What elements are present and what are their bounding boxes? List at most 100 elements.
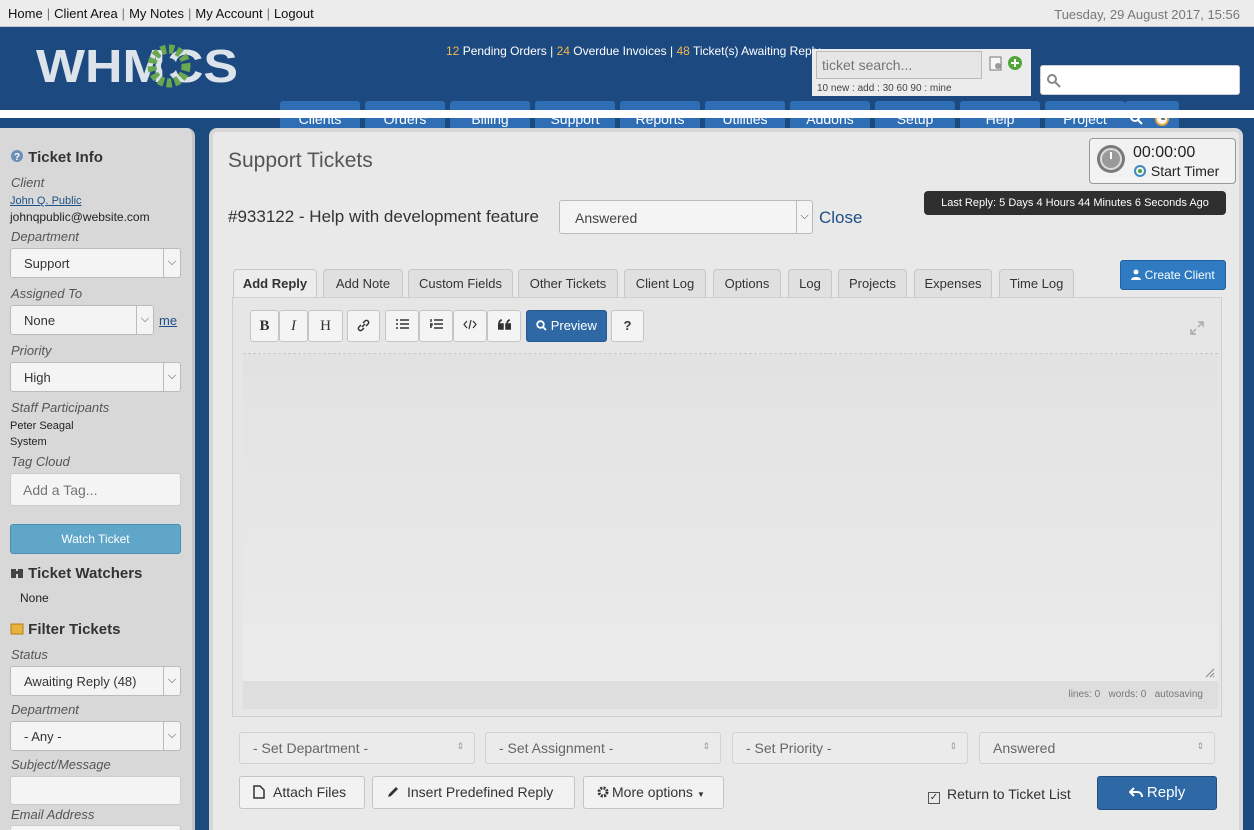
set-assignment-select[interactable]: - Set Assignment - ⇕ [485,732,721,764]
tab-custom-fields[interactable]: Custom Fields [408,269,513,297]
email-filter-input[interactable] [10,825,181,830]
tab-options[interactable]: Options [713,269,781,297]
set-assignment-value: - Set Assignment - [499,740,614,756]
department-value: Support [24,256,70,271]
close-ticket-link[interactable]: Close [819,208,862,228]
editor-status-bar: lines: 0 words: 0 autosaving [243,681,1218,709]
separator: | [187,6,192,21]
link-button[interactable] [347,310,380,342]
chevron-down-icon: ⌵ [163,363,180,391]
resize-handle-icon[interactable] [1205,668,1215,678]
assigned-to-value: None [24,313,56,328]
checkbox-checked-icon[interactable]: ✓ [928,792,940,804]
search-icon [536,320,547,331]
tab-projects[interactable]: Projects [838,269,907,297]
whmcs-logo[interactable]: WHMCS [36,40,240,92]
tab-client-log[interactable]: Client Log [624,269,706,297]
reply-textarea[interactable] [243,353,1218,681]
client-area-link[interactable]: Client Area [54,6,118,21]
quote-button[interactable] [487,310,521,342]
advanced-search-icon[interactable] [989,56,1002,71]
tab-other-tickets[interactable]: Other Tickets [518,269,618,297]
global-search-field[interactable] [1040,65,1240,95]
insert-predefined-reply-button[interactable]: Insert Predefined Reply [372,776,575,809]
tab-add-reply[interactable]: Add Reply [233,269,317,299]
preview-button[interactable]: Preview [526,310,607,342]
help-button[interactable]: ? [611,310,644,342]
numbered-list-icon [428,319,443,329]
create-client-button[interactable]: Create Client [1120,260,1226,290]
logout-link[interactable]: Logout [274,6,314,21]
heading-button[interactable]: H [308,310,343,342]
watch-ticket-button[interactable]: Watch Ticket [10,524,181,554]
client-label: Client [11,175,45,190]
tab-expenses[interactable]: Expenses [914,269,992,297]
reply-button[interactable]: Reply [1097,776,1217,810]
set-status-select[interactable]: Answered ⇕ [979,732,1215,764]
italic-button[interactable]: I [279,310,308,342]
return-to-list-label: Return to Ticket List [947,786,1071,802]
ticket-status-select[interactable]: Answered ⌵ [559,200,813,234]
file-icon [253,785,265,799]
bold-button[interactable]: B [250,310,279,342]
fullscreen-icon[interactable] [1190,321,1204,335]
gear-icon [597,786,609,798]
status-filter-select[interactable]: Awaiting Reply (48) ⌵ [10,666,181,696]
tickets-awaiting-count[interactable]: 48 [676,44,689,58]
quote-icon [496,319,512,330]
assign-to-me-link[interactable]: me [159,313,177,328]
attach-files-button[interactable]: Attach Files [239,776,365,809]
department-filter-select[interactable]: - Any - ⌵ [10,721,181,751]
overdue-invoices-label[interactable]: Overdue Invoices [573,44,666,58]
tickets-awaiting-label[interactable]: Ticket(s) Awaiting Reply [693,44,820,58]
department-filter-label: Department [11,702,79,717]
info-icon: ? [11,150,23,163]
numbered-list-button[interactable] [419,310,453,342]
filter-tickets-heading: Filter Tickets [10,621,120,638]
my-account-link[interactable]: My Account [195,6,262,21]
assigned-to-select[interactable]: None ⌵ [10,305,154,335]
add-ticket-icon[interactable] [1008,56,1022,70]
ticket-watchers-value: None [20,591,49,605]
bullet-list-button[interactable] [385,310,419,342]
client-name-link[interactable]: John Q. Public [10,195,82,207]
tab-log[interactable]: Log [788,269,832,297]
ticket-quick-links[interactable]: 10 new : add : 30 60 90 : mine [817,83,952,94]
tab-add-note[interactable]: Add Note [323,269,403,297]
code-button[interactable] [453,310,487,342]
set-department-value: - Set Department - [253,740,369,756]
status-filter-label: Status [11,647,48,662]
top-links: Home | Client Area | My Notes | My Account | Log… [8,6,314,21]
ticket-search-tools [988,54,1028,75]
subject-filter-input[interactable] [10,776,181,805]
start-timer-widget[interactable]: 00:00:00 Start Timer [1089,138,1236,184]
pending-orders-label[interactable]: Pending Orders [463,44,547,58]
subject-filter-label: Subject/Message [11,757,111,772]
tab-time-log[interactable]: Time Log [999,269,1074,297]
return-to-list-checkbox[interactable]: ✓ Return to Ticket List [928,786,1071,804]
set-department-select[interactable]: - Set Department - ⇕ [239,732,475,764]
page-title: Support Tickets [228,149,373,172]
more-options-button[interactable]: More options ▼ [583,776,724,809]
header: WHMCS 12 Pending Orders | 24 Overdue Inv… [0,27,1254,137]
reply-label: Reply [1146,784,1186,801]
refresh-icon [1134,165,1146,177]
chevron-down-icon: ⌵ [163,249,180,277]
pencil-icon [388,787,398,797]
my-notes-link[interactable]: My Notes [129,6,184,21]
overdue-invoices-count[interactable]: 24 [557,44,570,58]
bullet-list-icon [395,319,409,329]
home-link[interactable]: Home [8,6,43,21]
add-tag-input[interactable] [10,473,181,506]
ticket-search-input[interactable] [816,51,982,79]
start-timer-label[interactable]: Start Timer [1133,163,1219,179]
set-priority-select[interactable]: - Set Priority - ⇕ [732,732,968,764]
ticket-info-heading: ? Ticket Info [10,149,103,166]
pending-orders-count[interactable]: 12 [446,44,459,58]
binoculars-icon [11,569,23,578]
chevron-down-icon: ⌵ [163,667,180,695]
priority-select[interactable]: High ⌵ [10,362,181,392]
email-filter-label: Email Address [11,807,95,822]
datetime: Tuesday, 29 August 2017, 15:56 [1054,7,1240,22]
department-select[interactable]: Support ⌵ [10,248,181,278]
